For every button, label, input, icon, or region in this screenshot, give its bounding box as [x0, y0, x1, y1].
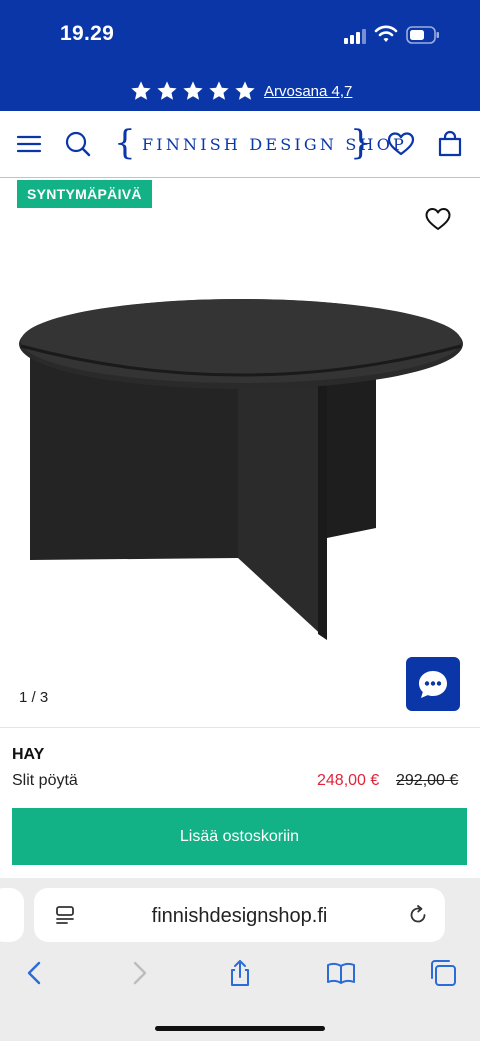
add-to-cart-button[interactable]: Lisää ostoskoriin	[12, 808, 467, 865]
previous-tab-preview[interactable]	[0, 888, 24, 942]
star-icon	[235, 81, 255, 100]
star-icon	[131, 81, 151, 100]
product-brand[interactable]: HAY	[12, 746, 44, 764]
address-bar[interactable]: finnishdesignshop.fi	[34, 888, 445, 942]
product-image[interactable]	[0, 288, 480, 658]
shopping-bag-icon[interactable]	[435, 129, 465, 159]
product-name: Slit pöytä	[12, 772, 78, 789]
price-original: 292,00 €	[396, 772, 459, 789]
status-time: 19.29	[60, 22, 115, 45]
back-icon[interactable]	[20, 958, 50, 988]
heart-icon[interactable]	[386, 129, 416, 159]
tabs-icon[interactable]	[428, 958, 458, 988]
bookmarks-icon[interactable]	[326, 958, 356, 988]
wishlist-heart-icon[interactable]	[424, 206, 452, 232]
top-bar: 19.29 Arvosana 4,7	[0, 0, 480, 111]
logo-brace-left: {	[114, 123, 136, 163]
rating-link[interactable]: Arvosana 4,7	[264, 83, 352, 100]
share-icon[interactable]	[225, 958, 255, 988]
promo-badge: SYNTYMÄPÄIVÄ	[17, 180, 152, 208]
image-counter: 1 / 3	[19, 689, 49, 706]
star-icon	[209, 81, 229, 100]
hamburger-icon[interactable]	[14, 129, 44, 159]
product-gallery[interactable]: SYNTYMÄPÄIVÄ 1 / 3	[0, 178, 480, 728]
forward-icon[interactable]	[124, 958, 154, 988]
signal-icon	[344, 28, 368, 44]
reload-icon[interactable]	[407, 904, 429, 926]
chat-button[interactable]	[406, 657, 460, 711]
logo-brace-right: }	[350, 123, 372, 163]
site-header: { FINNISH DESIGN SHOP }	[0, 111, 480, 178]
chat-bubble-icon	[419, 671, 447, 698]
rating-stars	[130, 80, 256, 102]
browser-toolbar: finnishdesignshop.fi	[0, 878, 480, 1041]
star-icon	[183, 81, 203, 100]
battery-icon	[406, 26, 439, 44]
home-indicator	[155, 1026, 325, 1031]
wifi-icon	[374, 25, 398, 42]
url-text: finnishdesignshop.fi	[151, 905, 328, 927]
star-icon	[157, 81, 177, 100]
search-icon[interactable]	[63, 129, 93, 159]
site-logo[interactable]: { FINNISH DESIGN SHOP }	[112, 123, 404, 163]
rating-bar: Arvosana 4,7	[0, 80, 480, 106]
price-current: 248,00 €	[317, 772, 380, 789]
